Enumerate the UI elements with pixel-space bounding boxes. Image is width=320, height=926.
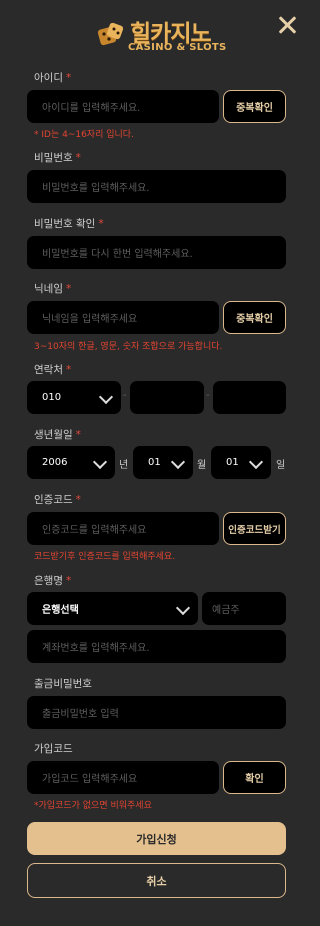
join-code-confirm-button[interactable]: 확인 [223,761,286,794]
bank-select-value: 은행선택 [42,605,79,616]
birth-month-value: 01 [148,457,161,468]
chevron-down-icon [175,600,191,616]
submit-button[interactable]: 가입신청 [27,822,286,855]
nickname-hint: 3~10자의 한글, 영문, 숫자 조합으로 가능합니다. [34,342,223,352]
chevron-down-icon [98,389,114,405]
birth-day-value: 01 [226,457,239,468]
logo-text-english: CASINO & SLOTS [128,42,227,53]
chevron-down-icon [248,454,264,470]
withdraw-password-input[interactable]: 출금비밀번호 입력 [27,696,286,729]
bank-select[interactable]: 은행선택 [27,592,198,625]
month-unit: 월 [197,460,207,471]
phone-last-input[interactable] [213,381,286,414]
auth-code-input[interactable]: 인증코드를 입력해주세요 [27,512,219,545]
phone-dash-1: - [123,390,127,401]
join-code-label: 가입코드 [34,743,73,755]
dice-logo-icon [97,22,124,46]
userid-label: 아이디 * [34,72,72,84]
year-unit: 년 [119,460,129,471]
birth-month-select[interactable]: 01 [133,446,193,479]
get-auth-code-button[interactable]: 인증코드받기 [223,512,286,545]
userid-hint: * ID는 4~16자리 입니다. [34,130,134,140]
account-holder-input[interactable]: 예금주 [202,592,286,625]
nickname-check-button[interactable]: 중복확인 [223,301,286,334]
auth-code-label: 인증코드 * [34,494,81,506]
password-confirm-input[interactable]: 비밀번호를 다시 한번 입력해주세요. [27,236,286,269]
phone-prefix-select[interactable]: 010 [27,381,121,414]
nickname-label: 닉네임 * [34,283,72,295]
site-logo: 힐카지노 CASINO & SLOTS [96,14,226,56]
account-number-input[interactable]: 계좌번호를 입력해주세요. [27,630,286,663]
bank-label: 은행명 * [34,575,72,587]
phone-prefix-value: 010 [42,392,62,403]
join-code-hint: *가입코드가 없으면 비워주세요 [34,801,152,811]
phone-label: 연락처 * [34,364,72,376]
password-input[interactable]: 비밀번호를 입력해주세요. [27,170,286,203]
day-unit: 일 [276,460,286,471]
birth-day-select[interactable]: 01 [211,446,271,479]
birth-label: 생년월일 * [34,429,81,441]
userid-input[interactable]: 아이디를 입력해주세요. [27,90,219,123]
nickname-input[interactable]: 닉네임을 입력해주세요 [27,301,219,334]
cancel-button[interactable]: 취소 [27,863,286,898]
userid-check-button[interactable]: 중복확인 [223,90,286,123]
auth-code-hint: 코드받기후 인증코드를 입력해주세요. [34,552,176,562]
close-icon[interactable] [278,16,296,34]
join-code-input[interactable]: 가입코드 입력해주세요 [27,761,219,794]
phone-middle-input[interactable] [130,381,204,414]
withdraw-password-label: 출금비밀번호 [34,678,92,690]
chevron-down-icon [92,454,108,470]
chevron-down-icon [170,454,186,470]
password-label: 비밀번호 * [34,152,81,164]
password-confirm-label: 비밀번호 확인 * [34,218,104,230]
phone-dash-2: - [206,390,210,401]
birth-year-value: 2006 [42,457,68,468]
birth-year-select[interactable]: 2006 [27,446,115,479]
